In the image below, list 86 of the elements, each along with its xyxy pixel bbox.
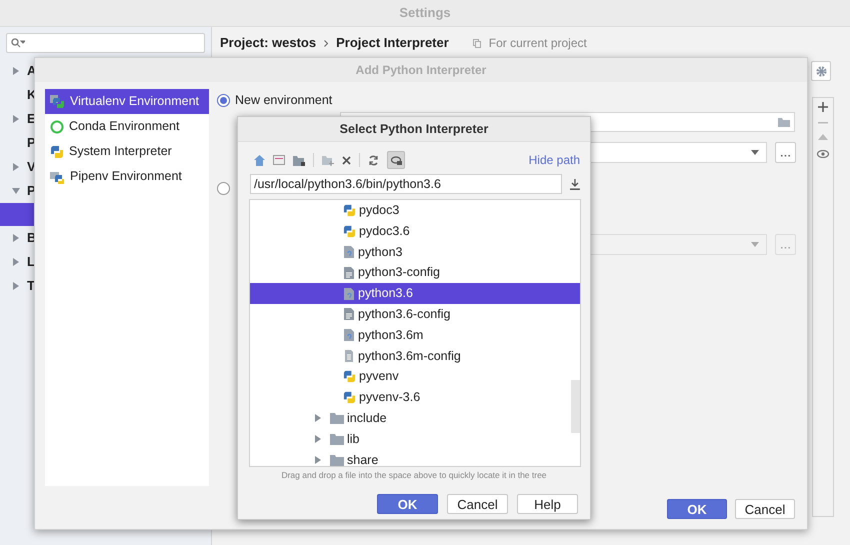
settings-tree-item[interactable]: L (27, 252, 35, 272)
script-file-icon (343, 266, 355, 280)
expand-arrow-icon[interactable] (314, 414, 322, 422)
add-icon[interactable] (818, 102, 828, 112)
dialog-button[interactable]: Help (517, 494, 578, 514)
copy-icon (472, 38, 481, 48)
file-tree-row[interactable]: python3.6-config (250, 304, 580, 325)
search-icon (11, 38, 25, 48)
environment-type-item[interactable]: Conda Environment (45, 114, 209, 139)
environment-type-item[interactable]: System Interpreter (45, 139, 209, 164)
scrollbar-thumb[interactable] (571, 380, 580, 433)
ok-button[interactable]: OK (667, 499, 727, 519)
new-folder-icon[interactable] (322, 154, 334, 166)
folder-icon[interactable] (293, 154, 305, 166)
collapse-arrow-icon[interactable] (12, 187, 20, 195)
file-tree-row[interactable]: include (250, 408, 580, 429)
expand-arrow-icon[interactable] (12, 258, 20, 266)
file-tree-row[interactable]: pydoc3 (250, 200, 580, 221)
executable-file-icon (343, 244, 355, 259)
file-tree-row[interactable]: pyvenv (250, 366, 580, 388)
expand-arrow-icon[interactable] (12, 234, 20, 242)
executable-file-icon (343, 286, 355, 301)
expand-arrow-icon[interactable] (12, 282, 20, 290)
home-icon[interactable] (254, 154, 265, 166)
python-file-icon (343, 370, 356, 384)
file-tree-row[interactable]: python3-config (250, 262, 580, 284)
expand-arrow-icon[interactable] (314, 456, 322, 464)
radio-button[interactable] (217, 94, 230, 107)
expand-arrow-icon[interactable] (12, 67, 20, 75)
delete-icon[interactable] (342, 156, 351, 164)
eye-icon (390, 156, 402, 164)
file-tree-row[interactable]: python3.6m (250, 324, 580, 346)
file-tree-row[interactable]: python3.6 (250, 283, 580, 304)
settings-button[interactable] (811, 61, 831, 81)
environment-type-item[interactable]: Virtualenv Environment (45, 89, 209, 114)
file-tree-row[interactable]: lib (250, 428, 580, 450)
dropdown-arrow-icon (751, 150, 759, 155)
ring-icon (50, 120, 64, 134)
gear-icon (816, 66, 826, 76)
breadcrumb-item[interactable]: Project Interpreter (336, 33, 449, 53)
expand-arrow-icon[interactable] (314, 435, 322, 444)
python-file-icon (343, 204, 356, 217)
window-title: Settings (399, 4, 451, 22)
desktop-icon[interactable] (273, 155, 285, 165)
refresh-icon[interactable] (368, 154, 379, 166)
radio-button[interactable] (217, 182, 230, 195)
python-file-icon (343, 224, 356, 238)
hint-text: Drag and drop a file into the space above to quickly locate it in the tree (280, 469, 548, 482)
radio-label: New environment (235, 92, 332, 109)
dialog-button[interactable]: Cancel (735, 499, 795, 519)
ok-button[interactable]: OK (377, 494, 438, 514)
python-env-icon (50, 94, 65, 109)
up-arrow-icon[interactable] (818, 134, 828, 140)
folder-icon (778, 118, 790, 126)
text-file-icon (343, 348, 355, 363)
file-tree-row[interactable]: pyvenv-3.6 (250, 387, 580, 408)
breadcrumb-item[interactable]: Project: westos (220, 33, 316, 53)
file-tree-row[interactable]: python3 (250, 242, 580, 262)
python-folder-icon (50, 170, 65, 184)
python-logo-icon (50, 144, 64, 158)
folder-icon (330, 412, 344, 424)
expand-arrow-icon[interactable] (12, 163, 20, 171)
file-tree-row[interactable]: share (250, 450, 580, 466)
minus-icon[interactable] (818, 122, 828, 124)
folder-icon (330, 433, 344, 446)
hide-path-link[interactable]: Hide path (528, 151, 580, 169)
environment-type-item[interactable]: Pipenv Environment (45, 164, 209, 189)
search-field[interactable] (6, 33, 205, 53)
path-field[interactable]: /usr/local/python3.6/bin/python3.6 (250, 174, 562, 194)
eye-icon[interactable] (817, 150, 829, 158)
file-tree-row[interactable]: python3.6m-config (250, 346, 580, 366)
script-file-icon (343, 307, 355, 322)
dialog-title: Add Python Interpreter (356, 62, 486, 79)
dialog-button[interactable]: Cancel (447, 494, 508, 514)
chevron-right-icon (324, 40, 328, 46)
download-icon[interactable] (570, 178, 580, 190)
file-tree-row[interactable]: pydoc3.6 (250, 220, 580, 242)
folder-icon (330, 454, 344, 466)
expand-arrow-icon[interactable] (12, 115, 20, 123)
dropdown-arrow-icon (751, 242, 759, 247)
executable-file-icon (343, 328, 355, 342)
browse-button[interactable] (775, 142, 796, 163)
scope-note: For current project (488, 35, 587, 52)
python-file-icon (343, 391, 356, 404)
dialog-title: Select Python Interpreter (340, 120, 488, 138)
show-hidden-toggle[interactable] (387, 151, 405, 169)
